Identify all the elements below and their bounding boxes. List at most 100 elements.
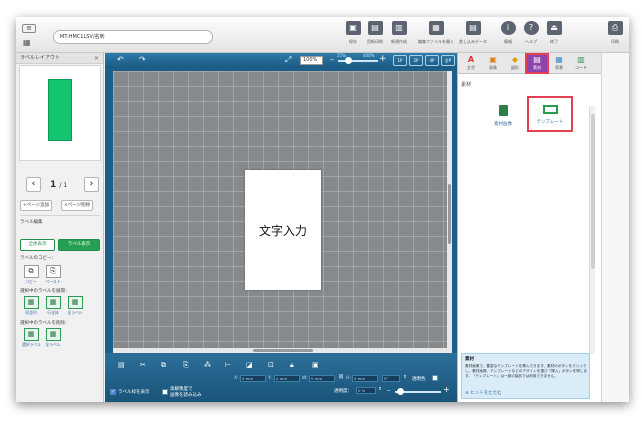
opacity-minus-icon[interactable]: – [387, 386, 391, 394]
high-res-checkbox[interactable] [162, 389, 168, 395]
chevron-left-icon: ‹ [31, 179, 36, 189]
properties-panel: A 文字 ▣ 画像 ◆ 図形 ▤ 素材 ▦ 背景 ▥ コード 素材 素材画像 テンプレート … [457, 53, 602, 402]
clipboard-icon[interactable]: ▤ [118, 361, 125, 369]
expand-same-row-button[interactable]: ▦ 同並列 [22, 296, 40, 316]
properties-icon[interactable]: ▣ [312, 361, 319, 369]
delete-label-icon: ▦ [45, 328, 61, 341]
next-page-button[interactable]: › [84, 177, 99, 192]
close-icon[interactable]: ✕ [94, 53, 99, 64]
expand-icon: ▦ [45, 296, 61, 309]
new-button[interactable]: ▥ 新規作成 [385, 21, 413, 45]
w-label: W: [302, 376, 308, 381]
show-all-button[interactable]: 全体表示 [20, 239, 55, 251]
divider [20, 215, 100, 216]
zoom-out-icon[interactable]: – [330, 55, 334, 64]
tab-shape[interactable]: ◆ 図形 [505, 54, 525, 71]
delete-label-icon: ▦ [23, 328, 39, 341]
view-1p-button[interactable]: 1P [393, 55, 407, 66]
delete-page-button[interactable]: ×ページ削除 [61, 200, 94, 211]
lock-icon[interactable]: 🔒︎ [290, 361, 294, 370]
redo-icon[interactable]: ↷ [139, 55, 146, 64]
view-4p-button[interactable]: 4P [425, 55, 439, 66]
zoom-select[interactable]: 100% [300, 56, 323, 65]
copy-icon: ⧉ [23, 265, 39, 278]
label-text-object[interactable]: 文字入力 [245, 222, 321, 239]
zoom-min-label: 25% [337, 53, 346, 58]
tab-background[interactable]: ▦ 背景 [549, 54, 569, 71]
print-icon: ⎙ [607, 21, 623, 35]
zoom-slider-handle[interactable] [345, 57, 352, 64]
show-frame-label: ラベル枠を表示 [118, 390, 150, 395]
print-button[interactable]: ⎙ 印刷 [601, 21, 629, 45]
crop-icon[interactable]: ⊡ [268, 361, 274, 369]
rotation-field[interactable]: 0° [382, 375, 400, 382]
tab-image[interactable]: ▣ 画像 [483, 54, 503, 71]
data-icon: ▤ [465, 21, 481, 35]
fit-icon[interactable]: ⤢ [285, 55, 291, 65]
paste-button[interactable]: ⎘ ペースト [44, 265, 62, 285]
view-2p-button[interactable]: 2P [409, 55, 423, 66]
add-page-button[interactable]: +ページ追加 [20, 200, 53, 211]
x-field[interactable]: 0 mm [240, 375, 266, 382]
expand-row-button[interactable]: ▦ 行全体 [44, 296, 62, 316]
zoom-max-label: 400% [363, 53, 375, 58]
app-window: ≡ ▦ MT-HMC1LSV/名刺 ▣ 保存 ▤ 用紙印刷 ▥ 新規作成 ▦ 編集ファイ… [16, 17, 629, 402]
zoom-slider[interactable] [338, 60, 378, 62]
opacity-field[interactable]: 0 % [356, 387, 376, 394]
editing-canvas[interactable]: 文字入力 [113, 71, 452, 348]
grid-icon[interactable]: ▦ [23, 38, 36, 48]
save-icon: ▣ [345, 21, 361, 35]
vertical-scrollbar[interactable] [447, 71, 452, 348]
link-icon[interactable]: ⛓ [338, 375, 344, 380]
info-icon: i [500, 21, 516, 35]
zoom-in-icon[interactable]: + [379, 54, 387, 64]
section-title: 素材 [461, 82, 472, 88]
open-button[interactable]: ▦ 編集ファイルを開く [418, 21, 454, 45]
page-indicator: 1 / 1 [50, 180, 68, 190]
show-frame-checkbox[interactable]: ✓ [110, 389, 116, 395]
delete-all-button[interactable]: ▦ 全ラベル [44, 328, 62, 348]
show-label-button[interactable]: ラベル表示 [58, 239, 100, 251]
label-thumbnail[interactable] [48, 79, 72, 141]
width-field[interactable]: 0 mm [309, 375, 335, 382]
align-icon[interactable]: ⊢ [225, 361, 231, 369]
height-field[interactable]: 0 mm [352, 375, 378, 382]
y-field[interactable]: 0 mm [274, 375, 300, 382]
panel-scrollbar[interactable] [589, 106, 595, 354]
workspace-toolbar: ↶ ↷ ⤢ 100% 25% 400% – + 1P 2P 4P 全P [105, 53, 457, 68]
expand-all-button[interactable]: ▦ 全ラベル [66, 296, 84, 316]
menu-icon[interactable]: ≡ [22, 24, 36, 33]
exit-button[interactable]: ⏏ 終了 [540, 21, 568, 45]
tab-text[interactable]: A 文字 [461, 54, 481, 71]
merge-data-button[interactable]: ▤ 差し込みデータ [456, 21, 490, 45]
view-all-button[interactable]: 全P [441, 55, 455, 66]
opacity-stepper-icon[interactable]: ⇕ [378, 387, 382, 392]
group-icon[interactable]: ⁂ [204, 361, 211, 369]
tab-code[interactable]: ▥ コード [571, 54, 591, 71]
delete-heading: 選択中のラベルを削除： [20, 321, 70, 326]
scroll-thumb[interactable] [591, 114, 595, 269]
scroll-thumb[interactable] [253, 349, 313, 352]
opacity-slider-handle[interactable] [397, 388, 404, 395]
edit-bar: ▤ ✂ ⧉ ⎘ ⁂ ⊢ ◪ ⊡ 🔒︎ ▣ X: 0 mm Y: 0 mm W: … [105, 353, 457, 402]
material-image-button[interactable]: 素材画像 [488, 105, 518, 127]
layer-icon[interactable]: ◪ [246, 361, 253, 369]
y-label: Y: [268, 376, 272, 381]
transparent-checkbox[interactable] [432, 375, 438, 381]
scroll-thumb[interactable] [448, 184, 451, 244]
file-name-field[interactable]: MT-HMC1LSV/名刺 [53, 30, 213, 44]
layout-preview [19, 65, 101, 161]
label-page[interactable]: 文字入力 [245, 170, 321, 290]
rotation-stepper-icon[interactable]: ⇕ [403, 375, 407, 380]
opacity-plus-icon[interactable]: + [443, 385, 450, 394]
copy-icon[interactable]: ⧉ [161, 361, 166, 370]
prev-page-button[interactable]: ‹ [26, 177, 41, 192]
undo-icon[interactable]: ↶ [117, 55, 124, 64]
collapse-hint-link[interactable]: ⊖ ヒントをたたむ [465, 390, 502, 396]
delete-selected-button[interactable]: ▦ 選択ラベル [22, 328, 41, 348]
collapse-icon: ⊖ [465, 391, 469, 396]
copy-button[interactable]: ⧉ コピー [22, 265, 40, 285]
h-label: H: [346, 376, 351, 381]
paste-icon[interactable]: ⎘ [183, 361, 189, 370]
cut-icon[interactable]: ✂ [140, 361, 146, 369]
